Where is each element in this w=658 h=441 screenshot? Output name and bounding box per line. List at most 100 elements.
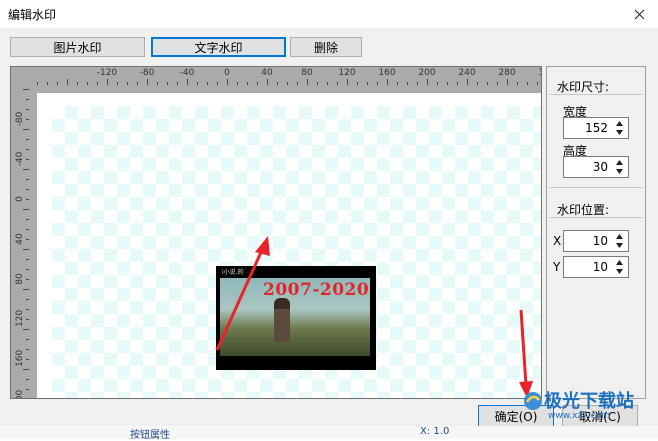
arrow-up-icon bbox=[615, 121, 623, 126]
ruler-v-tick bbox=[26, 389, 29, 390]
edit-watermark-dialog: 编辑水印 图片水印 文字水印 删除 -120 -80 -40 0 40 80 120 160 2… bbox=[0, 0, 658, 439]
ruler-h-tick bbox=[467, 79, 468, 85]
size-group-divider bbox=[549, 94, 643, 95]
ruler-h-tick bbox=[517, 82, 518, 85]
ruler-v-tick bbox=[26, 379, 29, 380]
ruler-v-tick bbox=[26, 109, 29, 110]
ruler-h-tick bbox=[187, 79, 188, 85]
preview-photo: i小说.的 2007-2020 bbox=[216, 266, 376, 370]
ruler-h-label: 160 bbox=[378, 68, 396, 78]
title-bar[interactable]: 编辑水印 bbox=[0, 0, 658, 28]
ruler-v-label: -40 bbox=[15, 151, 25, 167]
ruler-h-tick bbox=[47, 82, 48, 85]
ruler-h-tick bbox=[87, 82, 88, 85]
ruler-v-tick bbox=[26, 359, 29, 360]
delete-button[interactable]: 删除 bbox=[290, 37, 362, 57]
image-watermark-button[interactable]: 图片水印 bbox=[10, 37, 145, 57]
ruler-v-label: 200 bbox=[15, 389, 25, 399]
ruler-h-tick bbox=[137, 82, 138, 85]
ruler-h-tick bbox=[287, 82, 288, 85]
ruler-h-tick bbox=[487, 82, 488, 85]
arrow-up-icon bbox=[615, 234, 623, 239]
ruler-h-label: -80 bbox=[139, 68, 155, 78]
ruler-h-tick bbox=[417, 82, 418, 85]
ruler-h-tick bbox=[167, 82, 168, 85]
position-group-title: 水印位置: bbox=[557, 203, 610, 217]
height-value: 30 bbox=[592, 160, 608, 174]
site-logo: 极光下载站 www.xz7.com bbox=[522, 386, 658, 426]
ruler-h-tick bbox=[127, 82, 128, 85]
ruler-h-label: 80 bbox=[301, 68, 313, 78]
ruler-h-tick bbox=[157, 82, 158, 85]
width-decrement-button[interactable] bbox=[613, 128, 625, 137]
photo-caption: i小说.的 bbox=[222, 269, 244, 276]
ruler-h-label: 280 bbox=[498, 68, 516, 78]
ruler-v-label: 0 bbox=[15, 196, 25, 202]
arrow-up-icon bbox=[615, 260, 623, 265]
window-title: 编辑水印 bbox=[8, 8, 57, 22]
ruler-v-tick bbox=[26, 219, 29, 220]
close-icon bbox=[634, 9, 644, 19]
x-increment-button[interactable] bbox=[613, 232, 625, 241]
ruler-v-tick bbox=[26, 339, 29, 340]
height-increment-button[interactable] bbox=[613, 158, 625, 167]
watermark-text[interactable]: 2007-2020 bbox=[263, 280, 369, 300]
ruler-v-tick bbox=[23, 329, 29, 330]
ruler-h-label: 120 bbox=[338, 68, 356, 78]
ruler-v-label: 160 bbox=[15, 349, 25, 367]
ruler-v-tick bbox=[23, 249, 29, 250]
ruler-h-tick bbox=[227, 79, 228, 85]
ruler-v-label: 120 bbox=[15, 309, 25, 327]
ruler-h-tick bbox=[207, 82, 208, 85]
x-spinbox[interactable]: 10 bbox=[563, 230, 629, 252]
ruler-v-tick bbox=[23, 89, 29, 90]
ruler-h-tick bbox=[507, 79, 508, 85]
x-decrement-button[interactable] bbox=[613, 241, 625, 250]
ruler-h-tick bbox=[237, 82, 238, 85]
logo-mark-icon bbox=[524, 392, 542, 410]
height-spinbox[interactable]: 30 bbox=[563, 156, 629, 178]
ruler-v-tick bbox=[26, 299, 29, 300]
ruler-v-tick bbox=[26, 229, 29, 230]
arrow-down-icon bbox=[615, 130, 623, 135]
ruler-h-tick bbox=[117, 82, 118, 85]
size-group-title: 水印尺寸: bbox=[557, 80, 610, 94]
ruler-v-tick bbox=[26, 99, 29, 100]
ruler-h-tick bbox=[327, 82, 328, 85]
ruler-h-tick bbox=[377, 82, 378, 85]
ruler-h-tick bbox=[367, 82, 368, 85]
ruler-h-tick bbox=[447, 82, 448, 85]
width-increment-button[interactable] bbox=[613, 119, 625, 128]
height-decrement-button[interactable] bbox=[613, 167, 625, 176]
ruler-h-label: 320 bbox=[538, 68, 541, 78]
ruler-v-tick bbox=[26, 239, 29, 240]
ruler-v-label: 40 bbox=[15, 233, 25, 245]
text-watermark-button[interactable]: 文字水印 bbox=[151, 37, 286, 57]
vertical-ruler: -80 -40 0 40 80 120 160 200 bbox=[11, 67, 29, 398]
y-value: 10 bbox=[592, 260, 608, 274]
ruler-v-tick bbox=[26, 319, 29, 320]
watermark-preview[interactable]: -120 -80 -40 0 40 80 120 160 200 240 280 320 -80 -40… bbox=[10, 66, 542, 399]
horizontal-ruler: -120 -80 -40 0 40 80 120 160 200 240 280 320 bbox=[11, 67, 541, 85]
ruler-h-label: 40 bbox=[261, 68, 273, 78]
y-increment-button[interactable] bbox=[613, 258, 625, 267]
y-spinbox[interactable]: 10 bbox=[563, 256, 629, 278]
ruler-h-tick bbox=[197, 82, 198, 85]
ruler-h-label: 200 bbox=[418, 68, 436, 78]
ruler-h-tick bbox=[107, 79, 108, 85]
arrow-down-icon bbox=[615, 269, 623, 274]
ruler-h-tick bbox=[397, 82, 398, 85]
close-button[interactable] bbox=[622, 0, 656, 28]
ruler-v-label: 80 bbox=[15, 273, 25, 285]
ruler-v-tick bbox=[23, 169, 29, 170]
arrow-down-icon bbox=[615, 243, 623, 248]
ruler-h-label: 0 bbox=[224, 68, 230, 78]
y-decrement-button[interactable] bbox=[613, 267, 625, 276]
ruler-v-tick bbox=[26, 159, 29, 160]
ruler-h-label: -120 bbox=[96, 68, 118, 78]
ruler-h-tick bbox=[277, 82, 278, 85]
ruler-h-tick bbox=[477, 82, 478, 85]
ruler-v-tick bbox=[26, 119, 29, 120]
ruler-v-tick bbox=[26, 189, 29, 190]
width-spinbox[interactable]: 152 bbox=[563, 117, 629, 139]
